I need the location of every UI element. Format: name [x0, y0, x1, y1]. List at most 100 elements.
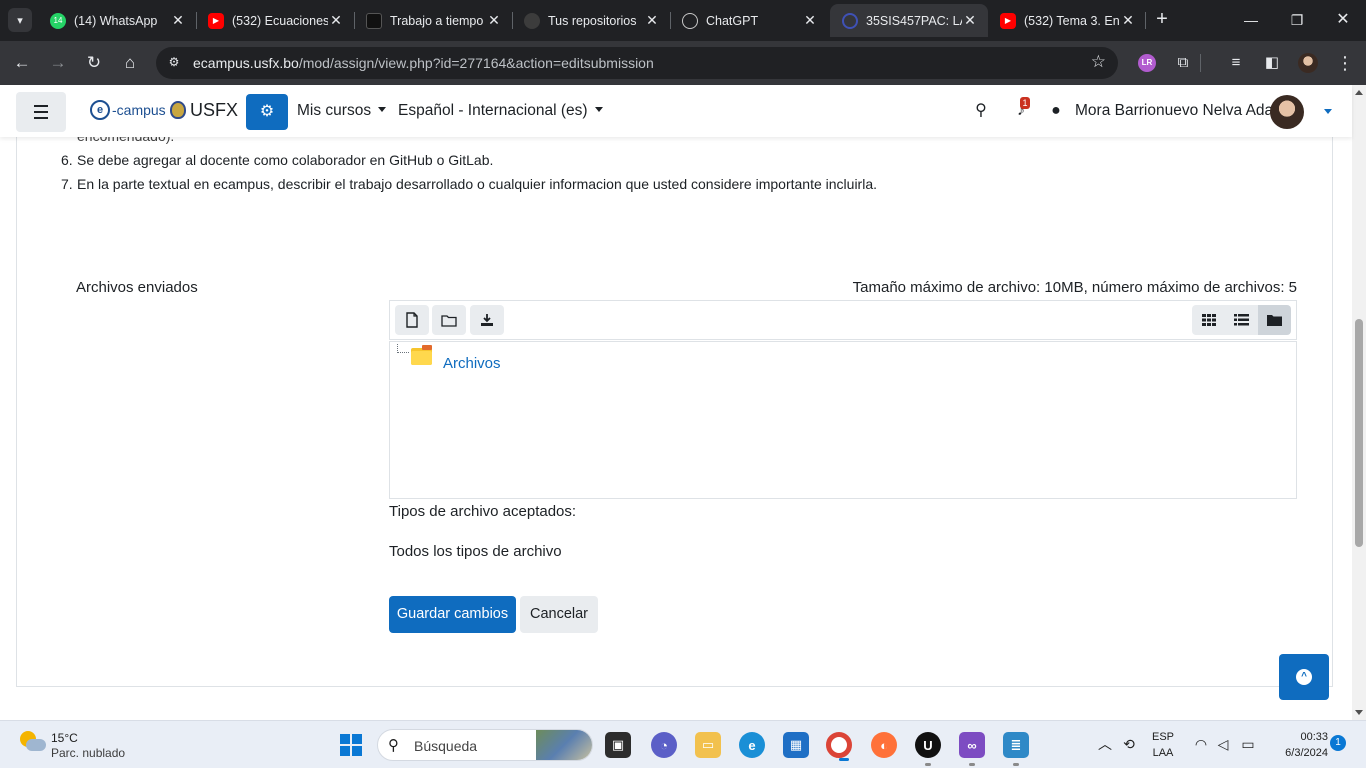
chrome-menu-icon[interactable]: ⋮ — [1334, 52, 1356, 74]
close-tab-icon[interactable]: ✕ — [486, 12, 502, 29]
tab-search-button[interactable]: ▾ — [8, 8, 32, 32]
scroll-up-arrow-icon[interactable] — [1355, 90, 1363, 95]
edge-browser-icon[interactable]: e — [739, 732, 765, 758]
minimize-button[interactable]: — — [1236, 6, 1266, 34]
tab-title: (532) Tema 3. En — [1024, 13, 1120, 28]
tab-github[interactable]: Tus repositorios ✕ — [512, 4, 670, 37]
site-info-icon[interactable]: ⚙ — [166, 55, 182, 71]
volume-icon[interactable]: ◁ — [1214, 735, 1232, 753]
add-file-button[interactable] — [395, 305, 429, 335]
show-hidden-icons-chevron-icon[interactable]: ︿ — [1096, 735, 1114, 753]
teams-chat-icon[interactable]: ◔ — [651, 732, 677, 758]
language-menu[interactable]: Español - Internacional (es) — [398, 102, 603, 120]
cogs-icon: ⚙ — [259, 103, 275, 120]
url-text[interactable]: ecampus.usfx.bo/mod/assign/view.php?id=2… — [193, 55, 654, 71]
address-bar[interactable]: ⚙ ecampus.usfx.bo/mod/assign/view.php?id… — [156, 47, 1118, 79]
close-window-button[interactable]: ✕ — [1328, 6, 1358, 34]
tab-title: ChatGPT — [706, 13, 759, 28]
arrow-up-icon: ^ — [1296, 669, 1312, 685]
view-list-button[interactable] — [1225, 305, 1258, 335]
keyboard-layout[interactable]: LAA — [1150, 747, 1176, 759]
weather-icon[interactable] — [20, 731, 46, 755]
new-tab-button[interactable]: + — [1152, 8, 1172, 32]
my-courses-menu[interactable]: Mis cursos — [297, 102, 387, 120]
tab-chatgpt[interactable]: ChatGPT ✕ — [670, 4, 828, 37]
course-settings-button[interactable]: ⚙ — [246, 94, 288, 130]
search-placeholder: Búsqueda — [414, 738, 478, 754]
my-courses-label: Mis cursos — [297, 102, 372, 119]
taskbar-search-box[interactable]: ⚲ Búsqueda — [377, 729, 593, 761]
notification-center-badge[interactable]: 1 — [1330, 735, 1346, 751]
weather-description[interactable]: Parc. nublado — [51, 746, 125, 760]
bookmark-star-icon[interactable]: ☆ — [1091, 52, 1106, 72]
download-all-button[interactable] — [470, 305, 504, 335]
extension-lr-icon[interactable]: LR — [1136, 52, 1158, 74]
close-tab-icon[interactable]: ✕ — [962, 12, 978, 29]
microsoft-store-icon[interactable]: ▦ — [783, 732, 809, 758]
ecampus-logo[interactable]: e -campus — [90, 100, 186, 120]
extensions-puzzle-icon[interactable]: ⧉ — [1172, 52, 1194, 74]
weather-temperature[interactable]: 15°C — [51, 731, 78, 745]
url-host: ecampus.usfx.bo — [193, 55, 299, 71]
scroll-down-arrow-icon[interactable] — [1355, 710, 1363, 715]
view-tree-button[interactable] — [1258, 305, 1291, 335]
clock-date[interactable]: 6/3/2024 — [1264, 747, 1328, 759]
youtube-icon: ▶ — [1000, 12, 1016, 29]
close-tab-icon[interactable]: ✕ — [170, 12, 186, 29]
user-name[interactable]: Mora Barrionuevo Nelva Adalit — [1075, 102, 1284, 120]
back-to-top-button[interactable]: ^ — [1279, 654, 1329, 700]
tab-ecampus-active[interactable]: 35SIS457PAC: LA ✕ — [830, 4, 988, 37]
close-tab-icon[interactable]: ✕ — [328, 12, 344, 29]
tab-youtube-tema3[interactable]: ▶ (532) Tema 3. En ✕ — [988, 4, 1146, 37]
chrome-icon[interactable] — [826, 732, 852, 761]
filepicker-files-area[interactable]: Archivos — [389, 341, 1297, 499]
reload-icon[interactable]: ↻ — [82, 51, 106, 75]
unreal-engine-icon[interactable]: U — [915, 732, 941, 766]
task-view-icon[interactable]: ▣ — [605, 732, 631, 758]
search-icon[interactable]: ⚲ — [971, 101, 991, 121]
folder-link[interactable]: Archivos — [443, 355, 501, 372]
tab-trabajo[interactable]: Trabajo a tiempo ✕ — [354, 4, 512, 37]
sync-icon[interactable]: ⟲ — [1120, 735, 1138, 753]
input-language[interactable]: ESP — [1150, 731, 1176, 743]
user-menu-chevron-icon[interactable] — [1324, 109, 1332, 114]
accepted-types-value: Todos los tipos de archivo — [389, 543, 562, 560]
save-changes-button[interactable]: Guardar cambios — [389, 596, 516, 633]
messages-icon[interactable]: ● — [1046, 101, 1066, 121]
instruction-text: Se debe agregar al docente como colabora… — [77, 152, 494, 168]
create-folder-button[interactable] — [432, 305, 466, 335]
wifi-icon[interactable]: ◠ — [1192, 735, 1210, 753]
cancel-button[interactable]: Cancelar — [520, 596, 598, 633]
media-controls-icon[interactable]: ≡ — [1225, 52, 1247, 74]
tab-youtube-ecuaciones[interactable]: ▶ (532) Ecuaciones ✕ — [196, 4, 354, 37]
side-panel-icon[interactable]: ◧ — [1261, 52, 1283, 74]
close-tab-icon[interactable]: ✕ — [802, 12, 818, 29]
restore-button[interactable]: ❐ — [1282, 6, 1312, 34]
close-tab-icon[interactable]: ✕ — [644, 12, 660, 29]
scrollbar-thumb[interactable] — [1355, 319, 1363, 547]
close-tab-icon[interactable]: ✕ — [1120, 12, 1136, 29]
clock-time[interactable]: 00:33 — [1280, 731, 1328, 743]
notepad-icon[interactable]: ≣ — [1003, 732, 1029, 766]
home-icon[interactable]: ⌂ — [118, 51, 142, 75]
url-path: /mod/assign/view.php?id=277164&action=ed… — [298, 55, 654, 71]
page-scrollbar[interactable] — [1352, 85, 1366, 720]
windows-start-icon[interactable] — [340, 734, 362, 756]
site-brand[interactable]: USFX — [190, 100, 238, 121]
tab-title: (532) Ecuaciones — [232, 13, 328, 28]
notification-badge: 1 — [1020, 97, 1030, 109]
firefox-icon[interactable]: ◐ — [871, 732, 897, 758]
grid-icon — [1201, 314, 1216, 326]
visual-studio-icon[interactable]: ∞ — [959, 732, 985, 766]
back-arrow-icon[interactable]: ← — [10, 51, 34, 75]
profile-avatar-icon[interactable] — [1297, 52, 1319, 74]
avatar[interactable] — [1270, 95, 1304, 129]
tab-whatsapp[interactable]: 14 (14) WhatsApp ✕ — [38, 4, 196, 37]
folder-icon[interactable] — [411, 345, 432, 365]
drawer-toggle-button[interactable] — [16, 92, 66, 132]
file-explorer-icon[interactable]: ▭ — [695, 732, 721, 758]
forward-arrow-icon[interactable]: → — [46, 51, 70, 75]
battery-icon[interactable]: ▭ — [1239, 735, 1257, 753]
youtube-icon: ▶ — [208, 12, 224, 29]
view-icons-button[interactable] — [1192, 305, 1225, 335]
